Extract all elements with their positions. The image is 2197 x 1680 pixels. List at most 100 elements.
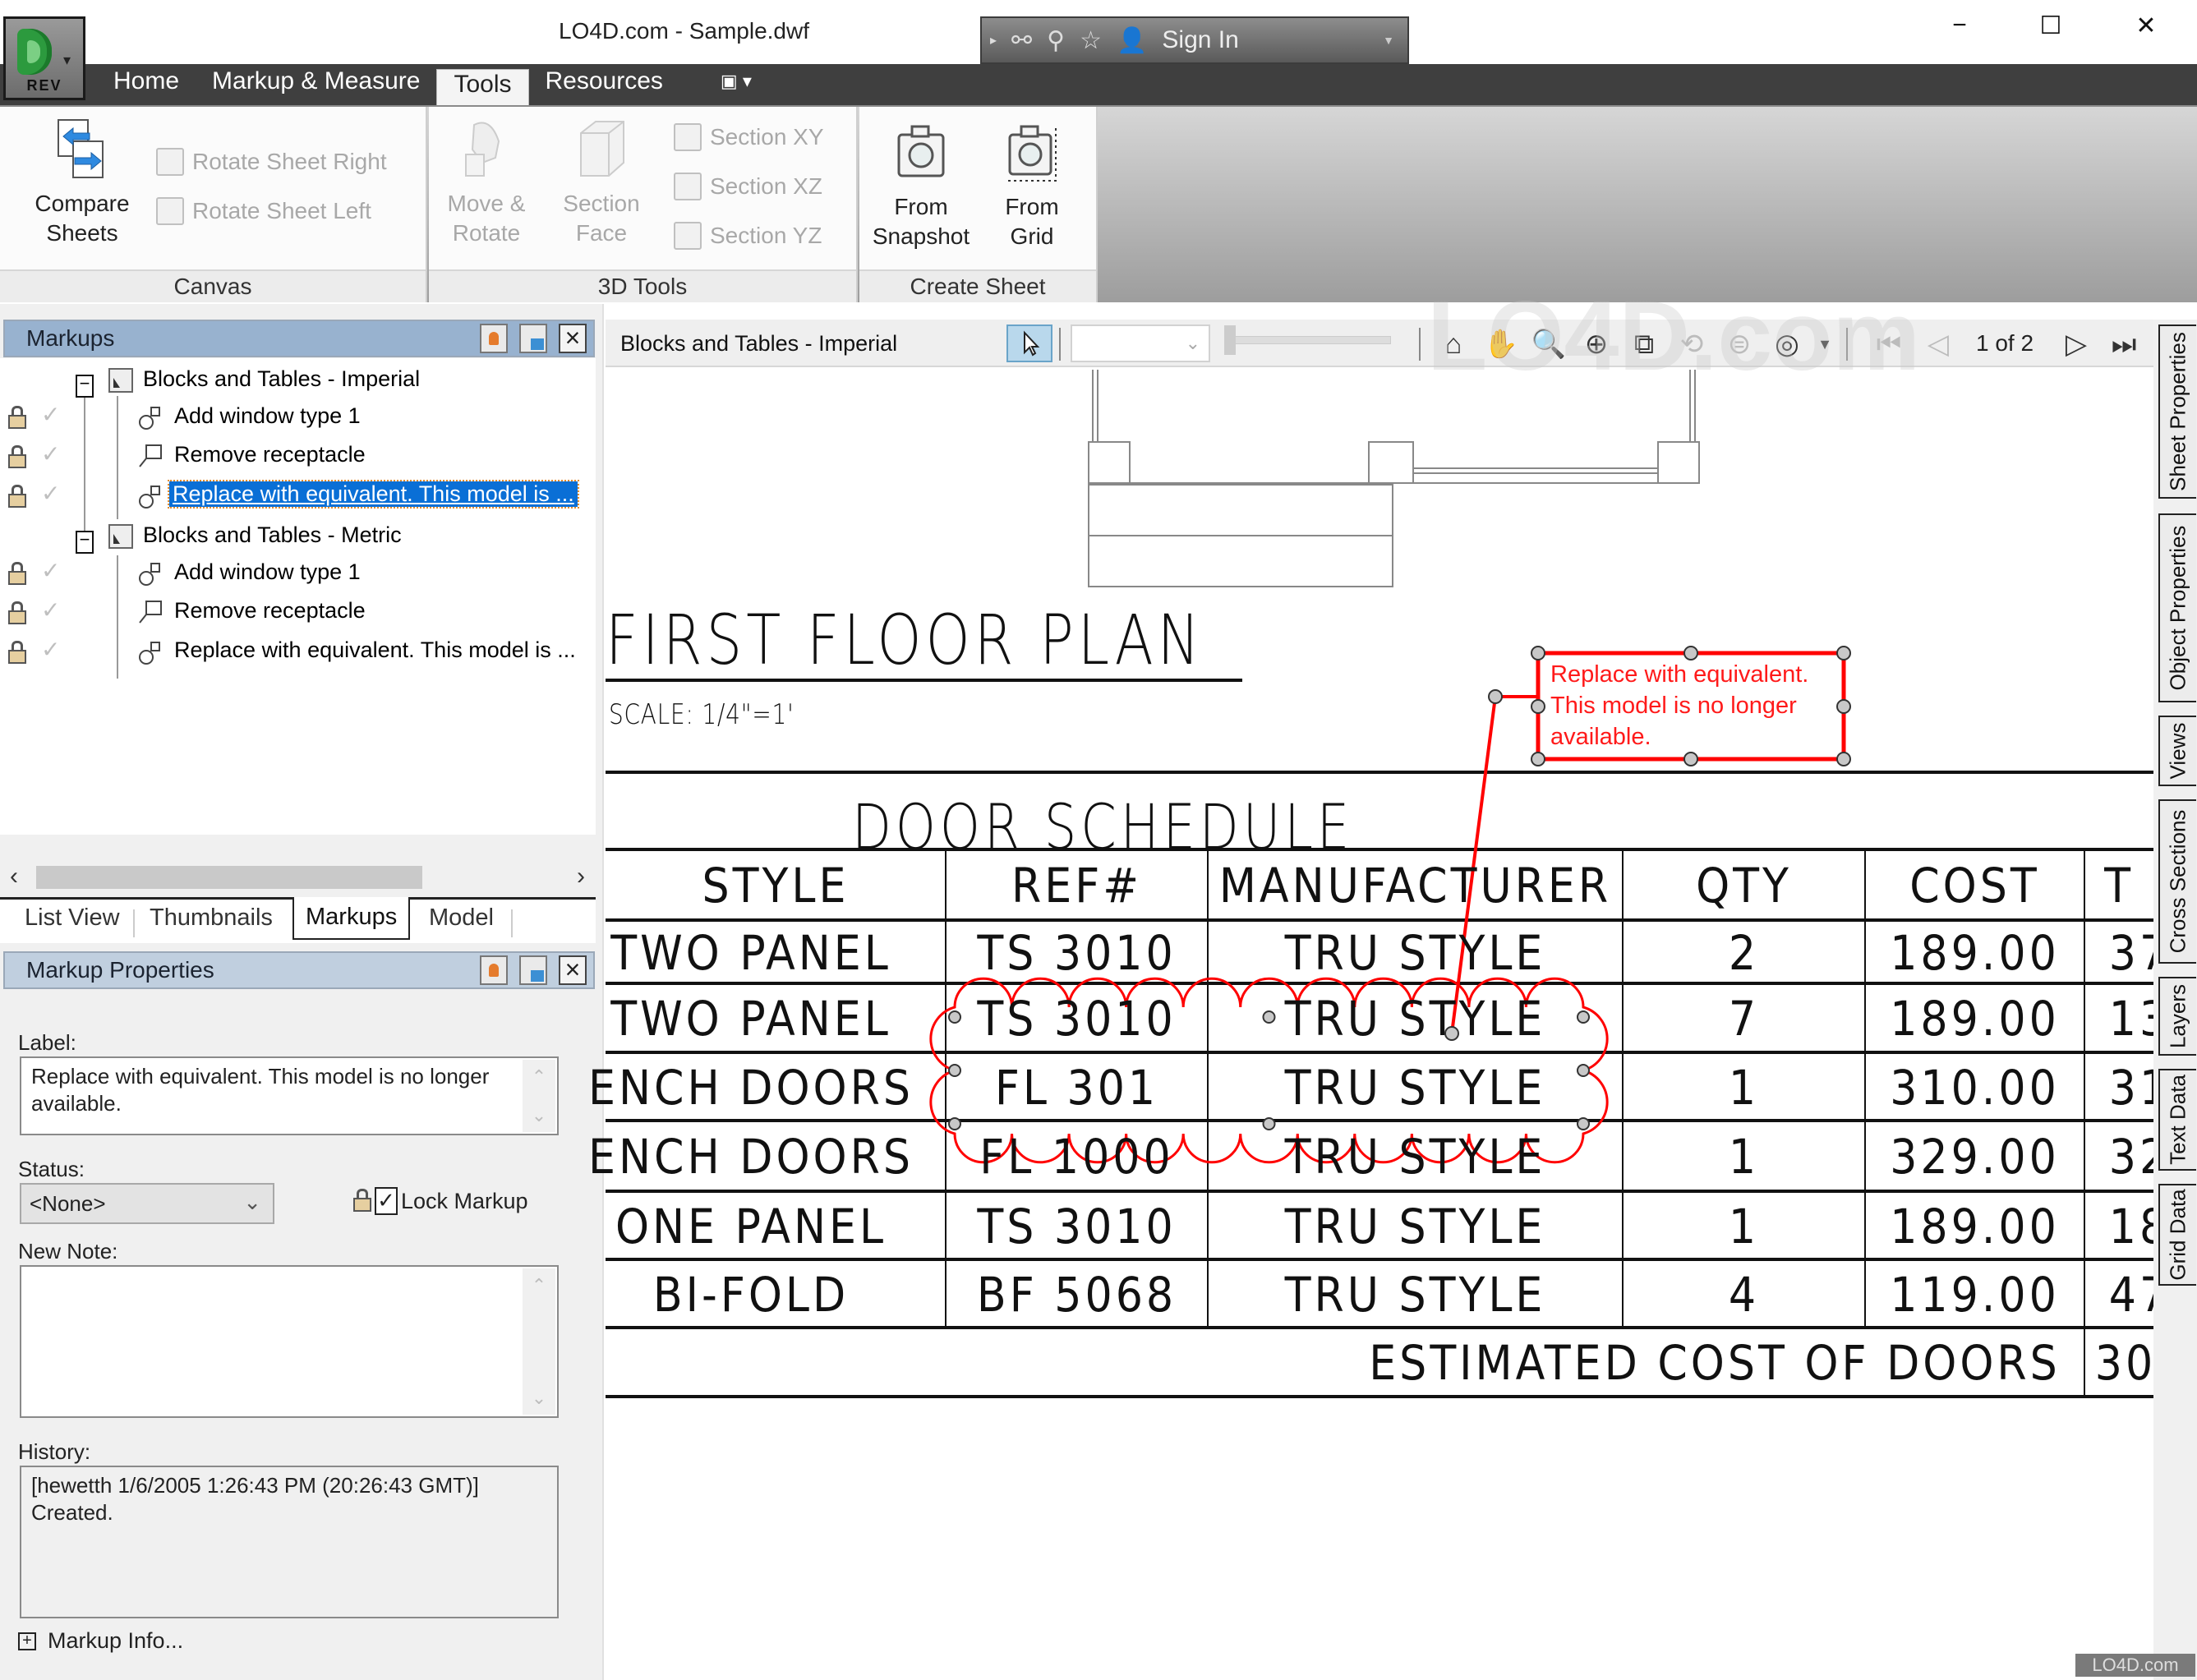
sign-in-dropdown-icon[interactable]: ▼ [1383, 34, 1394, 47]
tree-horizontal-scrollbar[interactable]: ‹ › [3, 863, 592, 892]
label-scrollbar[interactable]: ⌃ ⌄ [523, 1060, 555, 1132]
close-panel-icon[interactable]: × [559, 324, 587, 353]
dock-icon[interactable] [519, 955, 547, 985]
status-value: <None> [30, 1191, 106, 1216]
tab-sheet-properties[interactable]: Sheet Properties [2158, 324, 2196, 499]
tab-views[interactable]: Views [2158, 716, 2196, 786]
sign-in-button[interactable]: Sign In [1162, 26, 1238, 54]
rotate-sheet-left-label: Rotate Sheet Left [192, 198, 371, 223]
section-face-button[interactable]: Section Face [560, 117, 643, 248]
tab-model[interactable]: Model [429, 904, 494, 932]
tab-thumbnails[interactable]: Thumbnails [150, 904, 273, 932]
view-combo[interactable]: ⌄ [1071, 324, 1210, 362]
check-icon[interactable]: ✓ [41, 557, 60, 584]
tab-markup-measure[interactable]: Markup & Measure [196, 64, 436, 105]
rotate-sheet-right-label: Rotate Sheet Right [192, 149, 387, 174]
lock-icon[interactable] [8, 601, 26, 626]
dock-icon[interactable] [519, 324, 547, 353]
new-note-scrollbar[interactable]: ⌃ ⌄ [523, 1268, 555, 1415]
ribbon-minimize-toggle[interactable]: ▣ ▾ [704, 64, 768, 105]
collapse-toggle[interactable]: − [76, 375, 94, 398]
history-field: [hewetth 1/6/2005 1:26:43 PM (20:26:43 G… [20, 1466, 559, 1618]
tab-home[interactable]: Home [97, 64, 196, 105]
section-xz-button[interactable]: Section XZ [674, 173, 822, 200]
schedule-header-cell: QTY [1696, 858, 1792, 914]
move-rotate-button[interactable]: Move & Rotate [445, 117, 527, 248]
tree-markup-item[interactable]: Add window type 1 [174, 403, 361, 429]
lock-icon[interactable] [8, 562, 26, 587]
tree-markup-item[interactable]: Remove receptacle [174, 442, 366, 467]
lock-markup-control[interactable]: ✓ Lock Markup [353, 1187, 528, 1215]
tab-resources[interactable]: Resources [529, 64, 679, 105]
section-yz-button[interactable]: Section YZ [674, 222, 822, 250]
rotate-sheet-right-button[interactable]: Rotate Sheet Right [156, 148, 387, 176]
label-field[interactable]: Replace with equivalent. This model is n… [20, 1056, 559, 1135]
lock-markup-checkbox[interactable]: ✓ [375, 1187, 398, 1215]
grip-handle [948, 1117, 961, 1130]
prev-page-icon[interactable]: ◁ [1920, 326, 1956, 362]
star-icon[interactable]: ☆ [1080, 26, 1102, 55]
scroll-left-icon[interactable]: ‹ [10, 863, 18, 891]
lock-icon[interactable] [8, 445, 26, 470]
application-menu-button[interactable]: ▾ REV [3, 16, 85, 100]
tab-grid-data[interactable]: Grid Data [2158, 1184, 2196, 1286]
pin-icon[interactable] [480, 955, 508, 985]
expand-arrow-icon[interactable]: ▸ [990, 32, 997, 48]
minimize-button[interactable]: − [1935, 12, 1984, 39]
maximize-button[interactable]: ☐ [2026, 12, 2075, 40]
lock-icon[interactable] [8, 641, 26, 665]
ribbon-panel: Compare Sheets Rotate Sheet Right Rotate… [0, 105, 2197, 302]
schedule-cell: 310.00 [1890, 1059, 2060, 1116]
tab-object-properties[interactable]: Object Properties [2158, 513, 2196, 702]
zoom-slider[interactable] [1224, 325, 1391, 355]
tree-markup-item[interactable]: Remove receptacle [174, 598, 366, 624]
tree-sheet-label[interactable]: Blocks and Tables - Imperial [143, 366, 420, 392]
status-dropdown[interactable]: <None> ⌄ [20, 1183, 274, 1224]
compare-sheets-label: Compare Sheets [35, 191, 130, 246]
history-line: Created. [31, 1500, 113, 1525]
callout-markup-icon [139, 601, 162, 624]
tree-markup-item[interactable]: Replace with equivalent. This model is .… [174, 637, 576, 663]
select-tool-button[interactable] [1006, 324, 1052, 362]
cad-drawing[interactable]: FIRST FLOOR PLAN SCALE: 1/4"=1' Replace … [588, 370, 2167, 1680]
move-rotate-label: Move & Rotate [447, 191, 526, 246]
tab-text-data[interactable]: Text Data [2158, 1069, 2196, 1171]
camera-grid-icon [1008, 125, 1057, 182]
tab-tools[interactable]: Tools [436, 69, 529, 105]
new-note-field[interactable]: ⌃ ⌄ [20, 1265, 559, 1418]
next-page-icon[interactable]: ▷ [2058, 326, 2094, 362]
pin-icon[interactable] [480, 324, 508, 353]
close-button[interactable]: ✕ [2121, 12, 2171, 40]
tab-list-view[interactable]: List View [25, 904, 120, 932]
check-icon[interactable]: ✓ [41, 401, 60, 428]
grip-handle [1577, 1117, 1590, 1130]
tab-cross-sections[interactable]: Cross Sections [2158, 799, 2196, 964]
slider-knob[interactable] [1224, 325, 1236, 355]
check-icon[interactable]: ✓ [41, 440, 60, 467]
page-indicator: 1 of 2 [1976, 330, 2034, 356]
tree-sheet-label[interactable]: Blocks and Tables - Metric [143, 522, 402, 548]
last-page-icon[interactable]: ⏭ [2106, 326, 2142, 362]
lock-icon[interactable] [8, 406, 26, 430]
check-icon[interactable]: ✓ [41, 480, 60, 507]
tab-markups[interactable]: Markups [292, 897, 411, 940]
rotate-sheet-left-button[interactable]: Rotate Sheet Left [156, 197, 371, 225]
from-grid-button[interactable]: From Grid [983, 120, 1081, 251]
scrollbar-thumb[interactable] [36, 866, 422, 889]
tree-markup-item[interactable]: Add window type 1 [174, 559, 361, 585]
floor-plan-geometry [1088, 370, 1700, 587]
tab-layers[interactable]: Layers [2158, 977, 2196, 1056]
section-xy-button[interactable]: Section XY [674, 123, 824, 151]
schedule-cell: TRU STYLE [1284, 1266, 1546, 1323]
check-icon[interactable]: ✓ [41, 596, 60, 624]
tree-markup-item-selected[interactable]: Replace with equivalent. This model is .… [168, 480, 579, 509]
from-snapshot-button[interactable]: From Snapshot [868, 120, 974, 251]
satellite-icon[interactable]: ⚲ [1047, 26, 1065, 55]
binoculars-icon[interactable]: ⚯ [1011, 26, 1032, 55]
lock-icon[interactable] [8, 485, 26, 509]
collapse-toggle[interactable]: − [76, 531, 94, 554]
check-icon[interactable]: ✓ [41, 636, 60, 663]
scroll-right-icon[interactable]: › [577, 863, 585, 891]
markup-info-expander[interactable]: + Markup Info... [18, 1628, 183, 1654]
compare-sheets-button[interactable]: Compare Sheets [25, 117, 140, 248]
